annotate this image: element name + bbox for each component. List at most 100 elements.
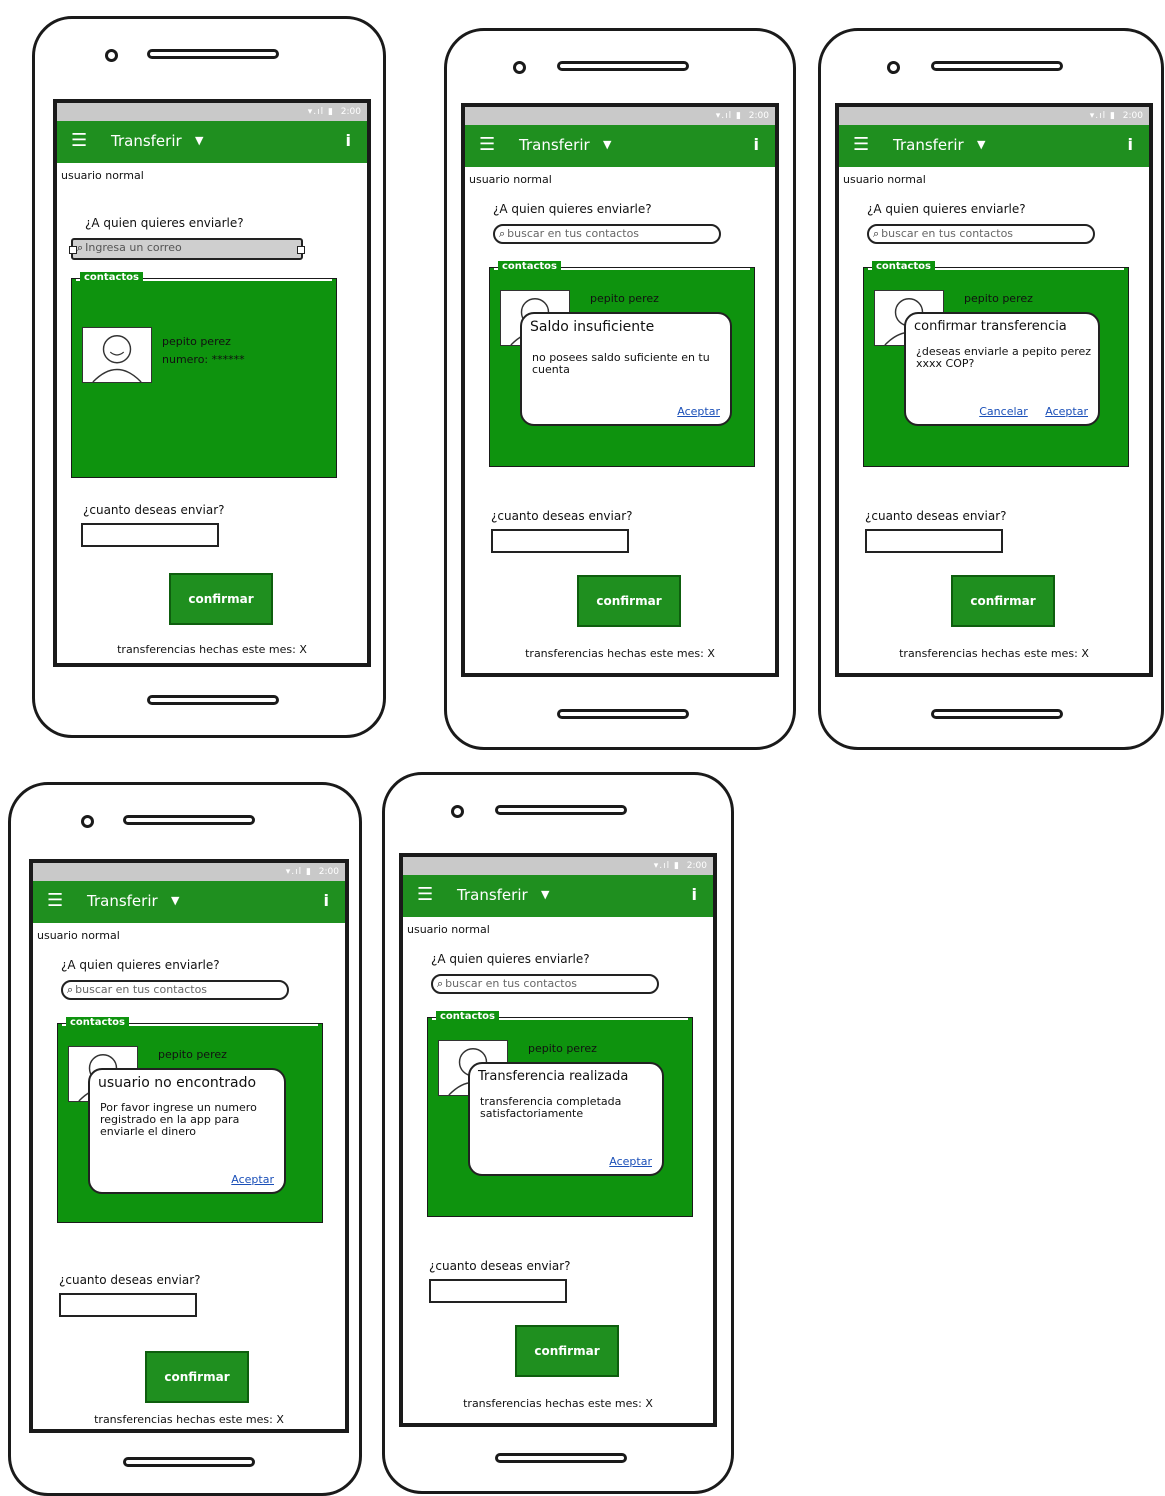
- menu-icon[interactable]: ☰: [853, 136, 869, 154]
- resize-handle: [297, 246, 305, 254]
- accept-button[interactable]: Aceptar: [1045, 405, 1088, 418]
- accept-button[interactable]: Aceptar: [231, 1173, 274, 1186]
- user-type-label: usuario normal: [407, 923, 490, 936]
- info-icon[interactable]: i: [754, 135, 759, 154]
- menu-icon[interactable]: ☰: [479, 136, 495, 154]
- search-input[interactable]: ⌕ buscar en tus contactos: [431, 974, 659, 994]
- confirm-button[interactable]: confirmar: [951, 575, 1055, 627]
- amount-label: ¿cuanto deseas enviar?: [491, 509, 633, 523]
- contacts-panel: contactos pepito perez usuario no encont…: [57, 1017, 323, 1223]
- contact-name[interactable]: pepito perez: [590, 292, 659, 305]
- app-bar: ☰ Transferir ▼ i: [57, 121, 367, 163]
- search-icon: ⌕: [67, 983, 74, 996]
- transfer-success-dialog: Transferencia realizada transferencia co…: [468, 1062, 664, 1176]
- status-bar: ▾.ıl ▮ 2:00: [403, 857, 713, 875]
- amount-label: ¿cuanto deseas enviar?: [865, 509, 1007, 523]
- amount-input[interactable]: [59, 1293, 197, 1317]
- chevron-down-icon[interactable]: ▼: [977, 138, 985, 151]
- app-bar: ☰ Transferir ▼ i: [839, 125, 1149, 167]
- insufficient-funds-dialog: Saldo insuficiente no posees saldo sufic…: [520, 312, 732, 426]
- accept-button[interactable]: Aceptar: [677, 405, 720, 418]
- app-bar: ☰ Transferir ▼ i: [403, 875, 713, 917]
- info-icon[interactable]: i: [692, 885, 697, 904]
- avatar[interactable]: [82, 327, 152, 383]
- home-button[interactable]: [495, 1453, 627, 1463]
- dialog-message: no posees saldo suficiente en tu cuenta: [532, 351, 710, 376]
- recipient-question: ¿A quien quieres enviarle?: [867, 202, 1026, 216]
- speaker-grille: [495, 805, 627, 815]
- confirm-button[interactable]: confirmar: [577, 575, 681, 627]
- page-title: Transferir: [519, 136, 590, 154]
- dialog-title: usuario no encontrado: [98, 1075, 257, 1091]
- chevron-down-icon[interactable]: ▼: [195, 134, 203, 147]
- home-button[interactable]: [557, 709, 689, 719]
- user-type-label: usuario normal: [469, 173, 552, 186]
- contacts-title: contactos: [436, 1011, 499, 1022]
- user-not-found-dialog: usuario no encontrado Por favor ingrese …: [88, 1068, 286, 1194]
- recipient-question: ¿A quien quieres enviarle?: [85, 216, 244, 230]
- amount-input[interactable]: [491, 529, 629, 553]
- dialog-title: Saldo insuficiente: [530, 319, 655, 335]
- monthly-transfers-text: transferencias hechas este mes: X: [899, 647, 1089, 660]
- amount-input[interactable]: [429, 1279, 567, 1303]
- speaker-grille: [557, 61, 689, 71]
- info-icon[interactable]: i: [324, 891, 329, 910]
- home-button[interactable]: [123, 1457, 255, 1467]
- contact-name[interactable]: pepito perez: [162, 335, 231, 348]
- monthly-transfers-text: transferencias hechas este mes: X: [463, 1397, 653, 1410]
- search-input[interactable]: ⌕ buscar en tus contactos: [867, 224, 1095, 244]
- dialog-actions: Aceptar: [663, 405, 720, 418]
- chevron-down-icon[interactable]: ▼: [603, 138, 611, 151]
- info-icon[interactable]: i: [346, 131, 351, 150]
- menu-icon[interactable]: ☰: [47, 892, 63, 910]
- app-bar: ☰ Transferir ▼ i: [33, 881, 345, 923]
- signal-icon: ▾.ıl ▮: [285, 867, 312, 877]
- phone-screen: ▾.ıl ▮ 2:00 ☰ Transferir ▼ i usuario nor…: [461, 103, 779, 677]
- status-bar: ▾.ıl ▮ 2:00: [465, 107, 775, 125]
- confirm-button[interactable]: confirmar: [515, 1325, 619, 1377]
- amount-label: ¿cuanto deseas enviar?: [429, 1259, 571, 1273]
- phone-screen: ▾.ıl ▮ 2:00 ☰ Transferir ▼ i usuario nor…: [835, 103, 1153, 677]
- menu-icon[interactable]: ☰: [417, 886, 433, 904]
- contact-name[interactable]: pepito perez: [528, 1042, 597, 1055]
- home-button[interactable]: [147, 695, 279, 705]
- camera-icon: [105, 49, 118, 62]
- search-placeholder: buscar en tus contactos: [75, 983, 208, 996]
- user-type-label: usuario normal: [37, 929, 120, 942]
- search-input[interactable]: ⌕ Ingresa un correo: [69, 238, 305, 260]
- contact-name[interactable]: pepito perez: [158, 1048, 227, 1061]
- amount-input[interactable]: [81, 523, 219, 547]
- search-input[interactable]: ⌕ buscar en tus contactos: [493, 224, 721, 244]
- menu-icon[interactable]: ☰: [71, 132, 87, 150]
- page-title: Transferir: [457, 886, 528, 904]
- search-input[interactable]: ⌕ buscar en tus contactos: [61, 980, 289, 1000]
- home-button[interactable]: [931, 709, 1063, 719]
- info-icon[interactable]: i: [1128, 135, 1133, 154]
- search-icon: ⌕: [499, 227, 506, 240]
- dialog-actions: Aceptar: [595, 1155, 652, 1168]
- search-placeholder: buscar en tus contactos: [507, 227, 640, 240]
- chevron-down-icon[interactable]: ▼: [541, 888, 549, 901]
- contacts-title: contactos: [872, 261, 935, 272]
- contact-name[interactable]: pepito perez: [964, 292, 1033, 305]
- status-time: 2:00: [748, 111, 769, 121]
- accept-button[interactable]: Aceptar: [609, 1155, 652, 1168]
- cancel-button[interactable]: Cancelar: [979, 405, 1028, 418]
- confirm-button[interactable]: confirmar: [169, 573, 273, 625]
- chevron-down-icon[interactable]: ▼: [171, 894, 179, 907]
- user-type-label: usuario normal: [843, 173, 926, 186]
- confirm-button[interactable]: confirmar: [145, 1351, 249, 1403]
- contacts-title: contactos: [498, 261, 561, 272]
- monthly-transfers-text: transferencias hechas este mes: X: [525, 647, 715, 660]
- signal-icon: ▾.ıl ▮: [653, 861, 680, 871]
- avatar-icon: [92, 334, 142, 383]
- amount-input[interactable]: [865, 529, 1003, 553]
- phone-screen: ▾.ıl ▮ 2:00 ☰ Transferir ▼ i usuario nor…: [29, 859, 349, 1433]
- speaker-grille: [123, 815, 255, 825]
- phone-screen: ▾.ıl ▮ 2:00 ☰ Transferir ▼ i usuario nor…: [53, 99, 371, 667]
- contact-number: numero: ******: [162, 353, 245, 366]
- speaker-grille: [931, 61, 1063, 71]
- search-icon: ⌕: [77, 241, 84, 254]
- contacts-title: contactos: [80, 272, 143, 283]
- status-bar: ▾.ıl ▮ 2:00: [33, 863, 345, 881]
